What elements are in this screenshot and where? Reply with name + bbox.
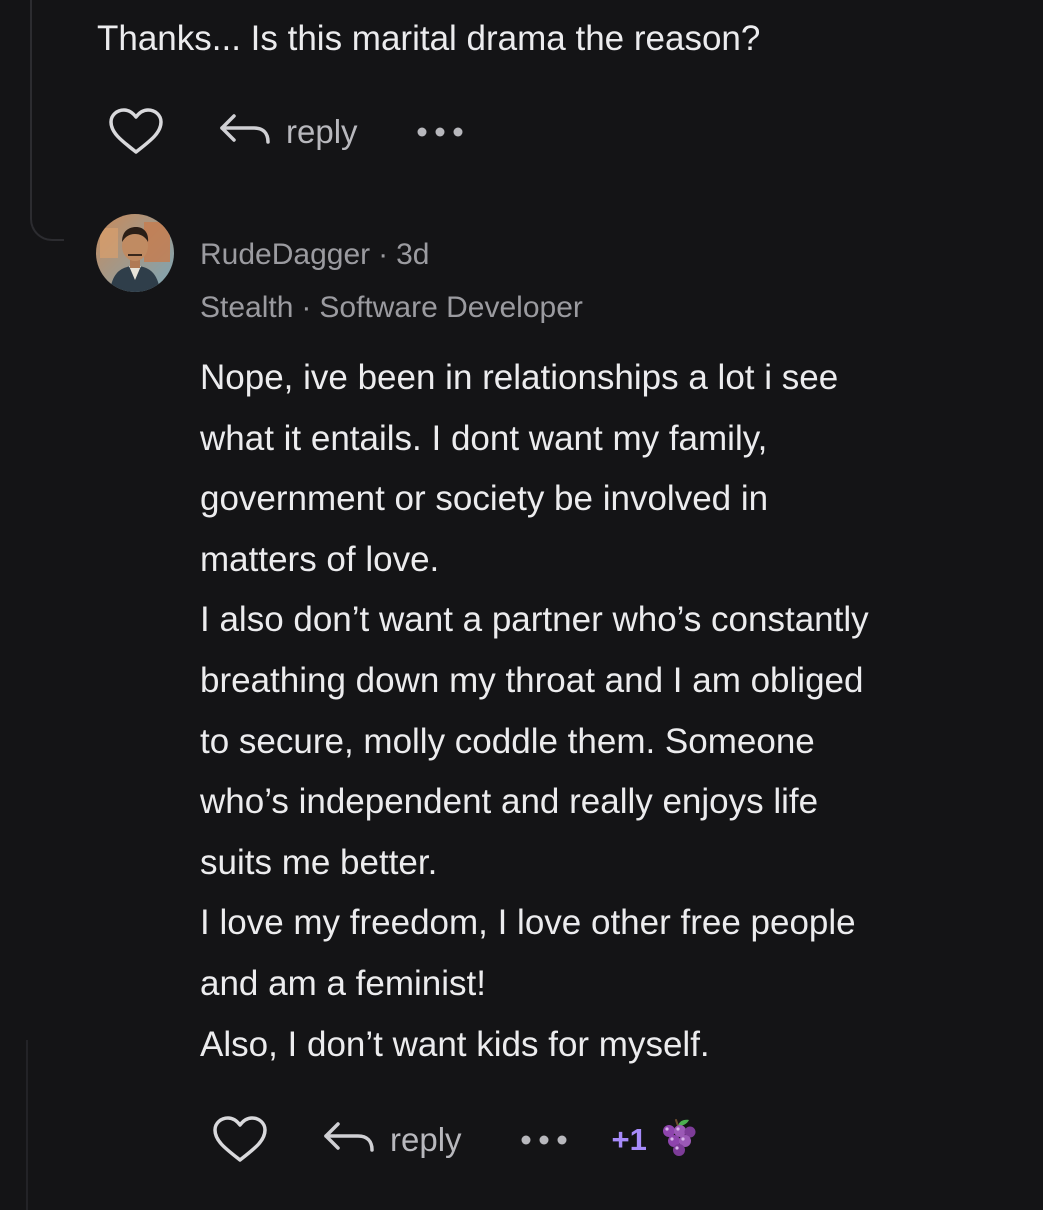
reply-arrow-icon — [322, 1118, 376, 1163]
comment-line: I also don’t want a partner who’s consta… — [200, 600, 869, 640]
comment-thread: Thanks... Is this marital drama the reas… — [0, 0, 1043, 1210]
author-meta: Stealth · Software Developer — [200, 287, 583, 329]
more-dots-icon[interactable] — [520, 1134, 568, 1146]
author-company: Stealth — [200, 291, 294, 324]
comment-line: I love my freedom, I love other free peo… — [200, 903, 856, 943]
heart-icon[interactable] — [212, 1115, 268, 1165]
reply-button[interactable]: reply — [218, 110, 358, 155]
more-dots-icon[interactable] — [416, 126, 464, 138]
comment-body: Nope, ive been in relationships a lot i … — [200, 348, 1020, 1075]
separator-dot: · — [378, 238, 389, 271]
reply-button[interactable]: reply — [322, 1118, 462, 1163]
comment-line: what it entails. I dont want my family, — [200, 418, 768, 458]
comment-timestamp: 3d — [396, 238, 430, 271]
comment-actions: reply +1 — [212, 1112, 697, 1168]
previous-comment-actions: reply — [108, 104, 464, 160]
heart-icon[interactable] — [108, 107, 164, 157]
reaction-count: +1 — [611, 1122, 647, 1157]
reaction-badge[interactable]: +1 — [612, 1117, 697, 1164]
comment-line: who’s independent and really enjoys life — [200, 782, 819, 822]
reply-label: reply — [286, 113, 358, 150]
grapes-icon — [659, 1117, 697, 1164]
comment-line: suits me better. — [200, 842, 438, 882]
comment-line: government or society be involved in — [200, 479, 769, 519]
author-name[interactable]: RudeDagger — [200, 238, 370, 271]
comment-line: and am a feminist! — [200, 963, 486, 1003]
comment-author-line: RudeDagger · 3d — [200, 234, 430, 276]
comment-line: breathing down my throat and I am oblige… — [200, 660, 864, 700]
thread-branch-connector — [30, 195, 64, 241]
separator-dot: · — [301, 291, 312, 324]
comment-line: matters of love. — [200, 539, 440, 579]
comment-line: Nope, ive been in relationships a lot i … — [200, 358, 839, 397]
reply-label: reply — [390, 1121, 462, 1158]
reply-arrow-icon — [218, 110, 272, 155]
comment-line: to secure, molly coddle them. Someone — [200, 721, 815, 761]
comment-line: Also, I don’t want kids for myself. — [200, 1024, 710, 1064]
author-title: Software Developer — [319, 291, 583, 324]
thread-line — [30, 0, 32, 195]
thread-line — [26, 1040, 28, 1210]
previous-comment-text: Thanks... Is this marital drama the reas… — [97, 19, 761, 58]
avatar[interactable] — [96, 214, 174, 292]
